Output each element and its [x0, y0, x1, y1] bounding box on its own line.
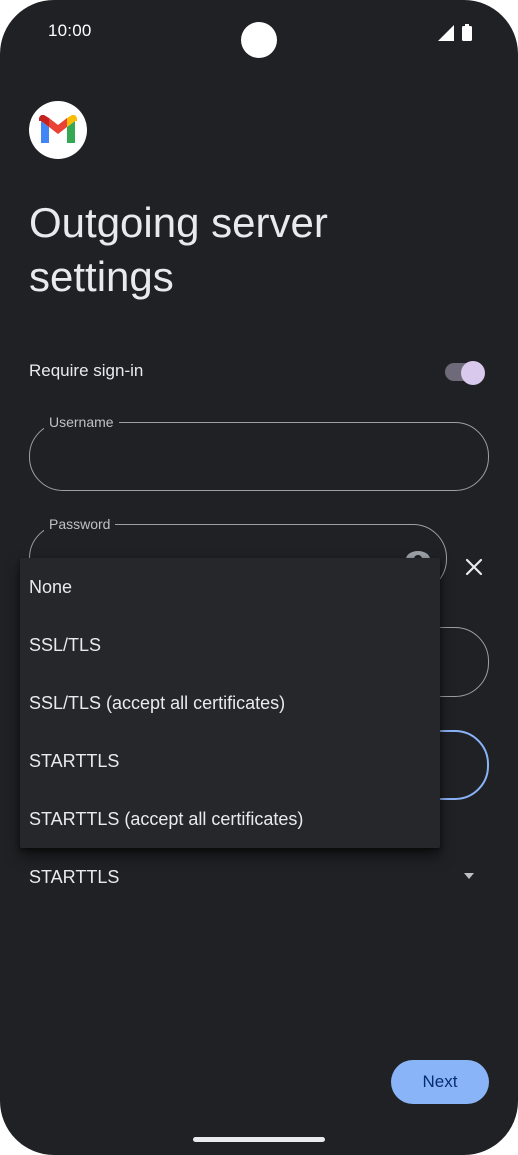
menu-item-starttls-accept-all[interactable]: STARTTLS (accept all certificates): [20, 790, 440, 848]
dropdown-arrow-icon[interactable]: [463, 867, 475, 879]
menu-item-none[interactable]: None: [20, 558, 440, 616]
username-field[interactable]: Username: [29, 413, 489, 491]
status-time: 10:00: [48, 21, 92, 40]
require-signin-label: Require sign-in: [29, 361, 144, 380]
battery-icon: [462, 24, 472, 41]
status-icons: [438, 24, 472, 41]
toggle-thumb: [461, 361, 485, 385]
next-button[interactable]: Next: [391, 1060, 489, 1104]
signal-icon: [438, 24, 454, 41]
navigation-handle[interactable]: [193, 1137, 325, 1142]
page-title: Outgoing server settings: [29, 199, 328, 300]
password-label: Password: [44, 515, 116, 533]
security-type-select[interactable]: STARTTLS: [29, 867, 119, 888]
username-label: Username: [44, 413, 119, 431]
camera-cutout: [241, 22, 277, 58]
close-icon[interactable]: [462, 555, 486, 579]
gmail-logo: [29, 101, 87, 159]
menu-item-starttls[interactable]: STARTTLS: [20, 732, 440, 790]
menu-item-ssl-tls-accept-all[interactable]: SSL/TLS (accept all certificates): [20, 674, 440, 732]
require-signin-toggle[interactable]: [445, 361, 485, 385]
phone-screen: 10:00 Outgoing server settings Require s…: [0, 0, 518, 1155]
menu-item-ssl-tls[interactable]: SSL/TLS: [20, 616, 440, 674]
security-dropdown-menu: None SSL/TLS SSL/TLS (accept all certifi…: [20, 558, 440, 848]
